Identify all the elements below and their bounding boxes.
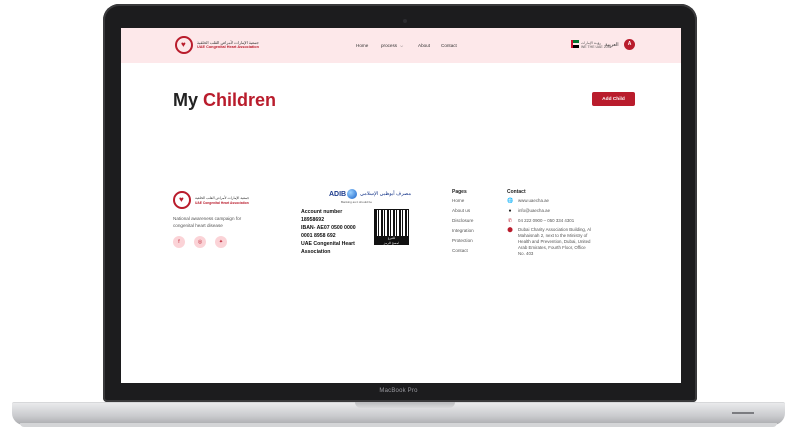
nav-link-home[interactable]: Home (356, 43, 368, 48)
nav-link-process[interactable]: process ⌵ (381, 43, 403, 48)
contact-website[interactable]: www.uaecha.ae (518, 198, 549, 203)
twitter-icon[interactable]: ✦ (215, 236, 227, 248)
footer-link-disclosure[interactable]: Disclosure (452, 218, 473, 223)
adib-tagline: Banking as it should be (341, 200, 373, 204)
globe-icon: 🌐 (507, 198, 514, 204)
adib-logo-arabic: مصرف أبوظبي الإسلامي (360, 191, 412, 197)
bank-line: Account number (301, 209, 343, 215)
qr-caption-line: امسح الرمز (383, 240, 400, 245)
contact-email[interactable]: info@uaecha.ae (518, 208, 550, 213)
footer-logo-english-text: UAE Congenital Heart Association (195, 201, 249, 205)
contact-address: Dubai Charity Association Building, Al M… (518, 227, 591, 256)
adib-logo-icon (347, 189, 357, 199)
bank-line: UAE Congenital Heart (301, 241, 355, 247)
page-title-first: My (173, 90, 199, 110)
bank-line: 18958692 (301, 217, 325, 223)
adib-logo-text: ADIB (329, 191, 347, 198)
page-title-accent: Children (203, 90, 277, 110)
laptop-base-mark (732, 412, 754, 414)
nav-link-about[interactable]: About (418, 43, 430, 48)
footer-tagline: National awareness campaign for congenit… (173, 216, 242, 228)
footer-link-contact[interactable]: Contact (452, 248, 468, 253)
navbar: ♥ جمعية الإمارات لأمراض القلب الخلقية UA… (121, 28, 681, 63)
bank-details: Account number 18958692 IBAN- AE07 0500 … (301, 208, 356, 256)
bank-line: 0001 8958 692 (301, 233, 336, 239)
browser-screen: ♥ جمعية الإمارات لأمراض القلب الخلقية UA… (121, 28, 681, 383)
footer-pages-title: Pages (452, 189, 467, 195)
nav-link-process-label: process (381, 43, 398, 48)
nav-link-contact[interactable]: Contact (441, 43, 457, 48)
laptop-base-shadow (20, 423, 777, 427)
footer-heart-logo-icon: ♥ (173, 191, 191, 209)
chevron-down-icon: ⌵ (400, 43, 404, 48)
language-switch[interactable]: العربية (605, 42, 619, 48)
page-title: My Children (173, 90, 276, 111)
footer-link-integration[interactable]: Integration (452, 228, 474, 233)
donation-qr-code (374, 209, 409, 237)
instagram-icon[interactable]: ◎ (194, 236, 206, 248)
facebook-icon[interactable]: f (173, 236, 185, 248)
location-pin-icon: ⬤ (507, 227, 513, 233)
footer-link-about[interactable]: About us (452, 208, 470, 213)
device-model-label: MacBook Pro (379, 388, 418, 394)
camera-icon (403, 19, 407, 23)
uae-flag-icon (571, 40, 579, 48)
laptop-notch (355, 402, 455, 408)
heart-logo-icon[interactable]: ♥ (175, 36, 193, 54)
qr-caption: للتبرع امسح الرمز (374, 236, 409, 245)
bank-line: Association (301, 249, 331, 255)
footer-link-home[interactable]: Home (452, 198, 464, 203)
email-icon: ● (508, 208, 512, 214)
logo-english-text: UAE Congenital Heart Association (197, 45, 259, 49)
footer-link-protection[interactable]: Protection (452, 238, 473, 243)
contact-phone: 04 222 0900 – 050 334 4301 (518, 218, 575, 223)
footer-contact-title: Contact (507, 189, 526, 195)
bank-line: IBAN- AE07 0500 0000 (301, 225, 356, 231)
add-child-button[interactable]: Add Child (592, 92, 635, 106)
footer-logo-arabic-text: جمعية الإمارات لأمراض القلب الخلقية (195, 196, 250, 200)
user-avatar[interactable]: A (624, 39, 635, 50)
phone-icon: ✆ (507, 218, 513, 224)
